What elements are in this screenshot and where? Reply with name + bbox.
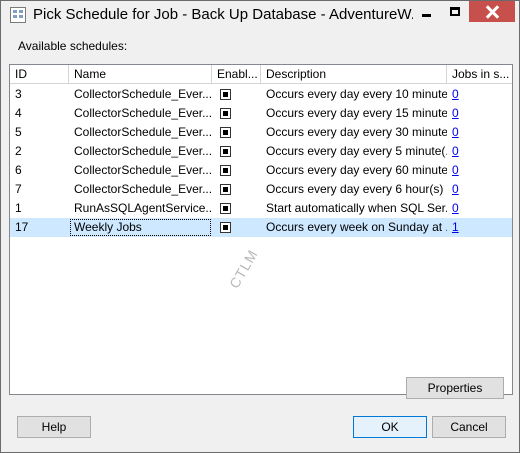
cell-jobs-in-schedule: 0: [447, 104, 512, 123]
title-bar[interactable]: Pick Schedule for Job - Back Up Database…: [1, 1, 519, 29]
cell-jobs-in-schedule: 0: [447, 142, 512, 161]
jobs-count-link[interactable]: 0: [452, 87, 459, 101]
cell-id: 7: [15, 182, 22, 196]
cell-description: Occurs every day every 10 minute...: [266, 87, 447, 101]
cell-jobs-in-schedule: 0: [447, 161, 512, 180]
jobs-count-link[interactable]: 1: [452, 220, 459, 234]
cell-name: CollectorSchedule_Ever...: [74, 87, 212, 101]
table-row[interactable]: 2 CollectorSchedule_Ever... Occurs every d…: [10, 142, 512, 161]
cell-description: Occurs every day every 6 hour(s) ...: [266, 182, 447, 196]
help-button[interactable]: Help: [17, 416, 91, 438]
jobs-count-link[interactable]: 0: [452, 106, 459, 120]
enabled-checkbox[interactable]: [220, 89, 231, 100]
cell-id: 17: [15, 220, 29, 234]
cell-description: Start automatically when SQL Ser...: [266, 201, 447, 215]
maximize-icon: [449, 7, 460, 16]
table-row[interactable]: 1 RunAsSQLAgentService... Start automatica…: [10, 199, 512, 218]
ok-button[interactable]: OK: [353, 416, 427, 438]
cell-description: Occurs every day every 60 minute...: [266, 163, 447, 177]
jobs-count-link[interactable]: 0: [452, 144, 459, 158]
schedules-grid[interactable]: ID Name Enabl... Description Jobs in s..…: [9, 64, 513, 395]
cell-name: RunAsSQLAgentService...: [74, 201, 212, 215]
cell-name: CollectorSchedule_Ever...: [74, 106, 212, 120]
cell-jobs-in-schedule: 0: [447, 123, 512, 142]
column-header-jobs[interactable]: Jobs in s...: [447, 65, 512, 84]
cell-id: 4: [15, 106, 22, 120]
cell-description: Occurs every day every 5 minute(...: [266, 144, 447, 158]
close-icon: [485, 5, 499, 19]
table-row[interactable]: 4 CollectorSchedule_Ever... Occurs every d…: [10, 104, 512, 123]
enabled-checkbox[interactable]: [220, 146, 231, 157]
jobs-count-link[interactable]: 0: [452, 125, 459, 139]
cancel-button[interactable]: Cancel: [432, 416, 506, 438]
cell-jobs-in-schedule: 0: [447, 180, 512, 199]
cell-name: CollectorSchedule_Ever...: [74, 144, 212, 158]
properties-button[interactable]: Properties: [406, 377, 504, 399]
cell-id: 2: [15, 144, 22, 158]
table-row[interactable]: 5 CollectorSchedule_Ever... Occurs every d…: [10, 123, 512, 142]
cell-jobs-in-schedule: 1: [447, 218, 512, 237]
jobs-count-link[interactable]: 0: [452, 163, 459, 177]
minimize-icon: [422, 14, 431, 17]
jobs-count-link[interactable]: 0: [452, 201, 459, 215]
table-row[interactable]: 17 Weekly Jobs Occurs every week on Sunday…: [10, 218, 512, 237]
cell-name: Weekly Jobs: [69, 218, 212, 237]
close-button[interactable]: [469, 1, 515, 22]
table-icon: [10, 7, 26, 23]
column-header-description[interactable]: Description: [261, 65, 447, 84]
window-title: Pick Schedule for Job - Back Up Database…: [33, 6, 413, 23]
dialog-footer: Help OK Cancel: [1, 408, 519, 452]
cell-jobs-in-schedule: 0: [447, 199, 512, 218]
cell-id: 6: [15, 163, 22, 177]
enabled-checkbox[interactable]: [220, 184, 231, 195]
cell-description: Occurs every week on Sunday at ...: [266, 220, 447, 234]
enabled-checkbox[interactable]: [220, 127, 231, 138]
cell-name: CollectorSchedule_Ever...: [74, 182, 212, 196]
available-schedules-label: Available schedules:: [18, 39, 128, 53]
table-row[interactable]: 7 CollectorSchedule_Ever... Occurs every d…: [10, 180, 512, 199]
pick-schedule-dialog: Pick Schedule for Job - Back Up Database…: [0, 0, 520, 453]
enabled-checkbox[interactable]: [220, 222, 231, 233]
column-header-enabled[interactable]: Enabl...: [212, 65, 261, 84]
cell-name: CollectorSchedule_Ever...: [74, 163, 212, 177]
cell-jobs-in-schedule: 0: [447, 85, 512, 104]
cell-id: 5: [15, 125, 22, 139]
grid-header: ID Name Enabl... Description Jobs in s..…: [10, 65, 512, 84]
table-row[interactable]: 3 CollectorSchedule_Ever... Occurs every d…: [10, 85, 512, 104]
jobs-count-link[interactable]: 0: [452, 182, 459, 196]
column-header-id[interactable]: ID: [10, 65, 69, 84]
cell-description: Occurs every day every 15 minute...: [266, 106, 447, 120]
maximize-button[interactable]: [441, 1, 468, 22]
cell-id: 3: [15, 87, 22, 101]
table-row[interactable]: 6 CollectorSchedule_Ever... Occurs every d…: [10, 161, 512, 180]
enabled-checkbox[interactable]: [220, 108, 231, 119]
enabled-checkbox[interactable]: [220, 203, 231, 214]
enabled-checkbox[interactable]: [220, 165, 231, 176]
cell-description: Occurs every day every 30 minute...: [266, 125, 447, 139]
watermark: CTLM: [226, 246, 261, 291]
cell-name: CollectorSchedule_Ever...: [74, 125, 212, 139]
cell-id: 1: [15, 201, 22, 215]
minimize-button[interactable]: [413, 1, 440, 22]
column-header-name[interactable]: Name: [69, 65, 212, 84]
